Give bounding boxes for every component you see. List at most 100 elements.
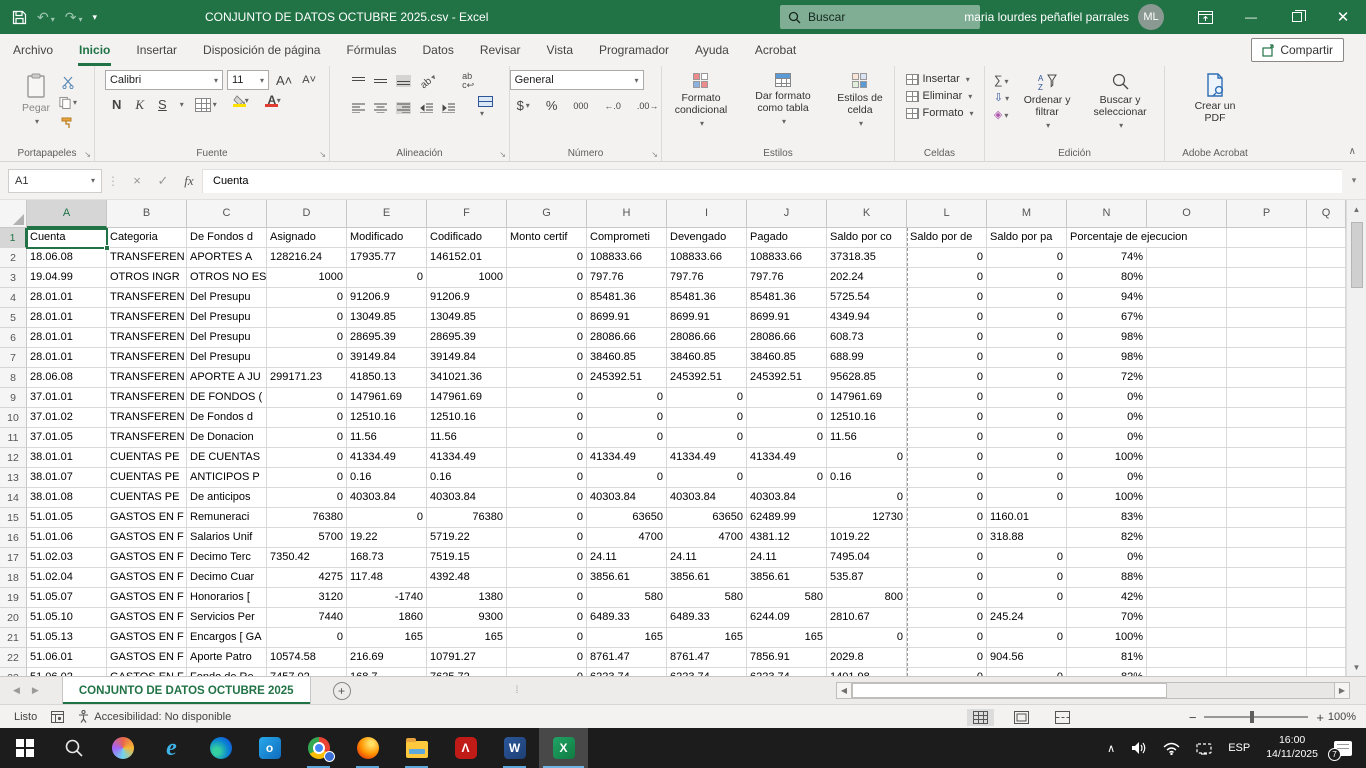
cell-C11[interactable]: De Donacion — [187, 428, 267, 448]
horizontal-scrollbar[interactable]: ◀ ▶ — [836, 682, 1350, 699]
cell-Q12[interactable] — [1307, 448, 1346, 468]
cell-H3[interactable]: 797.76 — [587, 268, 667, 288]
fill-icon[interactable]: ⇩▾ — [994, 91, 1009, 104]
tab-revisar[interactable]: Revisar — [467, 34, 534, 66]
cell-H10[interactable]: 0 — [587, 408, 667, 428]
cell-B12[interactable]: CUENTAS PE — [107, 448, 187, 468]
cell-B19[interactable]: GASTOS EN F — [107, 588, 187, 608]
word-button[interactable]: W — [490, 728, 539, 768]
column-header-P[interactable]: P — [1227, 200, 1307, 228]
next-sheet-icon[interactable]: ▶ — [19, 685, 52, 696]
cell-Q21[interactable] — [1307, 628, 1346, 648]
cell-D17[interactable]: 7350.42 — [267, 548, 347, 568]
cell-P23[interactable] — [1227, 668, 1307, 676]
cell-D20[interactable]: 7440 — [267, 608, 347, 628]
font-name-select[interactable]: Calibri▾ — [105, 70, 223, 90]
cell-G7[interactable]: 0 — [507, 348, 587, 368]
cell-C23[interactable]: Fondo de Re — [187, 668, 267, 676]
cell-I8[interactable]: 245392.51 — [667, 368, 747, 388]
cell-P2[interactable] — [1227, 248, 1307, 268]
macro-record-icon[interactable] — [51, 711, 64, 723]
column-header-G[interactable]: G — [507, 200, 587, 228]
cell-G3[interactable]: 0 — [507, 268, 587, 288]
cell-P21[interactable] — [1227, 628, 1307, 648]
cell-M19[interactable]: 0 — [987, 588, 1067, 608]
cell-B10[interactable]: TRANSFEREN — [107, 408, 187, 428]
copy-icon[interactable]: ▾ — [59, 94, 77, 110]
cell-O3[interactable] — [1147, 268, 1227, 288]
cell-O7[interactable] — [1147, 348, 1227, 368]
cell-H15[interactable]: 63650 — [587, 508, 667, 528]
cell-B3[interactable]: OTROS INGR — [107, 268, 187, 288]
cell-J1[interactable]: Pagado — [747, 228, 827, 248]
cell-M11[interactable]: 0 — [987, 428, 1067, 448]
cell-C12[interactable]: DE CUENTAS — [187, 448, 267, 468]
cell-J9[interactable]: 0 — [747, 388, 827, 408]
cell-E19[interactable]: -1740 — [347, 588, 427, 608]
cell-I20[interactable]: 6489.33 — [667, 608, 747, 628]
percent-format-icon[interactable]: % — [543, 96, 561, 115]
cell-P19[interactable] — [1227, 588, 1307, 608]
cell-B5[interactable]: TRANSFEREN — [107, 308, 187, 328]
row-header-10[interactable]: 10 — [0, 408, 27, 428]
format-cells-button[interactable]: Formato▾ — [906, 107, 974, 119]
clock[interactable]: 16:0014/11/2025 — [1266, 734, 1318, 761]
edge-button[interactable] — [196, 728, 245, 768]
notification-center-icon[interactable]: 7 — [1334, 741, 1352, 756]
cell-P1[interactable] — [1227, 228, 1307, 248]
cell-M1[interactable]: Saldo por pa — [987, 228, 1067, 248]
cell-C2[interactable]: APORTES A — [187, 248, 267, 268]
cell-N23[interactable]: 82% — [1067, 668, 1147, 676]
cell-N19[interactable]: 42% — [1067, 588, 1147, 608]
cell-E3[interactable]: 0 — [347, 268, 427, 288]
cell-G5[interactable]: 0 — [507, 308, 587, 328]
cell-I12[interactable]: 41334.49 — [667, 448, 747, 468]
column-header-O[interactable]: O — [1147, 200, 1227, 228]
cell-J6[interactable]: 28086.66 — [747, 328, 827, 348]
page-layout-view-icon[interactable] — [1008, 709, 1035, 726]
cell-M21[interactable]: 0 — [987, 628, 1067, 648]
cell-A4[interactable]: 28.01.01 — [27, 288, 107, 308]
cell-H14[interactable]: 40303.84 — [587, 488, 667, 508]
cell-E9[interactable]: 147961.69 — [347, 388, 427, 408]
cell-J15[interactable]: 62489.99 — [747, 508, 827, 528]
share-button[interactable]: Compartir — [1251, 38, 1344, 62]
cell-C16[interactable]: Salarios Unif — [187, 528, 267, 548]
cell-F23[interactable]: 7625.72 — [427, 668, 507, 676]
cell-H13[interactable]: 0 — [587, 468, 667, 488]
copilot-button[interactable] — [98, 728, 147, 768]
tab-formulas[interactable]: Fórmulas — [333, 34, 409, 66]
cell-F9[interactable]: 147961.69 — [427, 388, 507, 408]
cell-G20[interactable]: 0 — [507, 608, 587, 628]
cell-I15[interactable]: 63650 — [667, 508, 747, 528]
firefox-button[interactable] — [343, 728, 392, 768]
cell-J19[interactable]: 580 — [747, 588, 827, 608]
cell-L9[interactable]: 0 — [907, 388, 987, 408]
row-header-17[interactable]: 17 — [0, 548, 27, 568]
row-header-13[interactable]: 13 — [0, 468, 27, 488]
cell-E11[interactable]: 11.56 — [347, 428, 427, 448]
cell-D16[interactable]: 5700 — [267, 528, 347, 548]
cell-N21[interactable]: 100% — [1067, 628, 1147, 648]
row-header-14[interactable]: 14 — [0, 488, 27, 508]
cell-E14[interactable]: 40303.84 — [347, 488, 427, 508]
align-left-icon[interactable] — [352, 103, 365, 113]
cell-I17[interactable]: 24.11 — [667, 548, 747, 568]
cell-A7[interactable]: 28.01.01 — [27, 348, 107, 368]
cell-I5[interactable]: 8699.91 — [667, 308, 747, 328]
cell-G21[interactable]: 0 — [507, 628, 587, 648]
cell-B9[interactable]: TRANSFEREN — [107, 388, 187, 408]
cell-L4[interactable]: 0 — [907, 288, 987, 308]
sheet-tab-active[interactable]: CONJUNTO DE DATOS OCTUBRE 2025 — [62, 677, 311, 705]
cell-D22[interactable]: 10574.58 — [267, 648, 347, 668]
cell-B15[interactable]: GASTOS EN F — [107, 508, 187, 528]
cell-N14[interactable]: 100% — [1067, 488, 1147, 508]
scroll-up-icon[interactable]: ▲ — [1347, 200, 1366, 218]
cell-C5[interactable]: Del Presupu — [187, 308, 267, 328]
tab-splitter-grip[interactable]: ⁞ — [516, 685, 517, 696]
cell-D15[interactable]: 76380 — [267, 508, 347, 528]
cell-J16[interactable]: 4381.12 — [747, 528, 827, 548]
cell-D7[interactable]: 0 — [267, 348, 347, 368]
cell-Q22[interactable] — [1307, 648, 1346, 668]
cell-K8[interactable]: 95628.85 — [827, 368, 907, 388]
